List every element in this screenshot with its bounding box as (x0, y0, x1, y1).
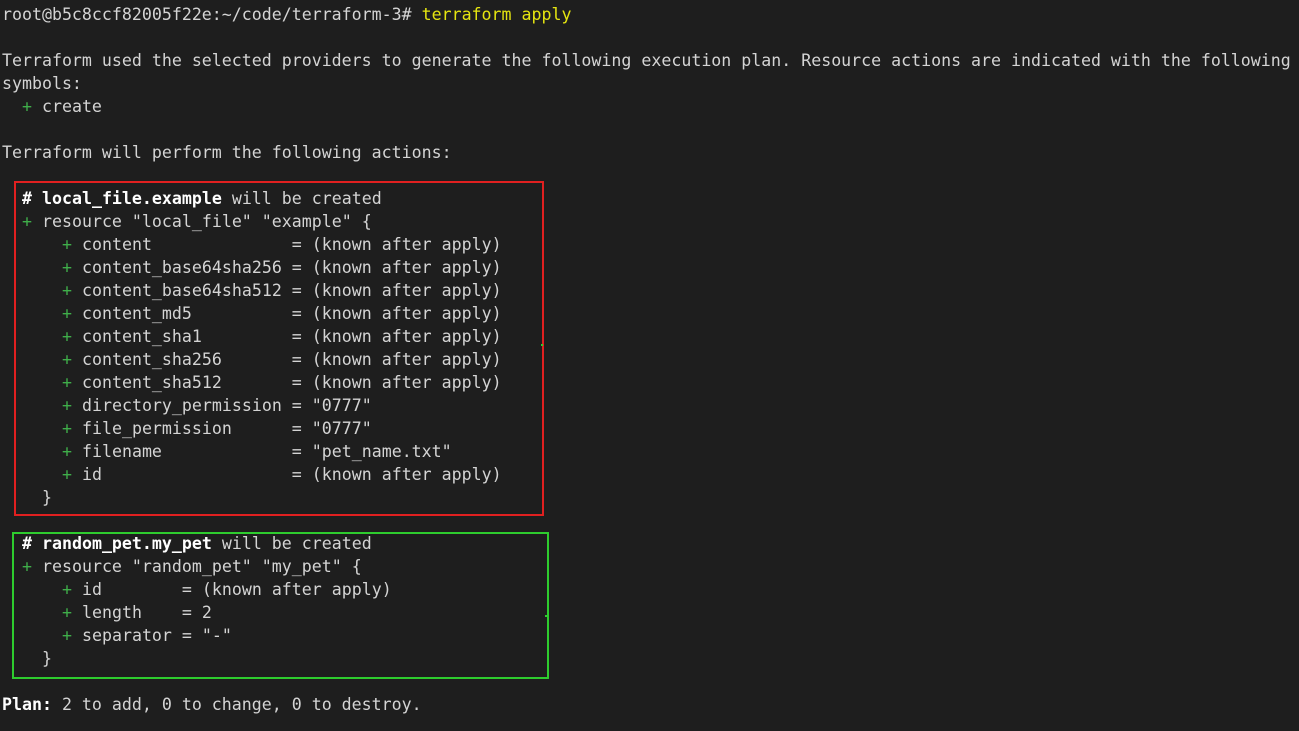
attribute-name: id (82, 580, 182, 599)
attribute-line: + separator = "-" (62, 624, 232, 647)
green-speck (541, 344, 543, 346)
intro-line-2: symbols: (2, 74, 82, 93)
attribute-value: = "0777" (291, 419, 372, 438)
random-pet-comment: # random_pet.my_pet will be created (22, 532, 372, 555)
plus-symbol: + (62, 258, 72, 277)
attribute-value: = 2 (181, 603, 212, 622)
resource-address: random_pet.my_pet (42, 534, 212, 553)
attribute-value: = "0777" (291, 396, 372, 415)
plus-symbol: + (62, 396, 72, 415)
attribute-name: file_permission (82, 419, 292, 438)
random-pet-close-brace: } (42, 649, 52, 668)
resource-comment-suffix: will be created (231, 189, 382, 208)
attribute-line: + content_md5 = (known after apply) (62, 302, 502, 325)
plus-symbol: + (62, 350, 72, 369)
plus-symbol: + (62, 442, 72, 461)
plus-symbol: + (62, 235, 72, 254)
attribute-value: = (known after apply) (291, 327, 502, 346)
plan-text: 2 to add, 0 to change, 0 to destroy. (61, 695, 422, 714)
plus-symbol: + (62, 465, 72, 484)
resource-declaration: resource "local_file" "example" { (42, 212, 372, 231)
attribute-name: content_sha512 (82, 373, 292, 392)
terminal-window[interactable]: root@b5c8ccf82005f22e:~/code/terraform-3… (0, 0, 1299, 731)
command-text: terraform apply (421, 5, 572, 24)
attribute-line: + file_permission = "0777" (62, 417, 372, 440)
plus-symbol: + (21, 97, 32, 116)
plus-symbol: + (22, 212, 32, 231)
attribute-line: + content_sha512 = (known after apply) (62, 371, 502, 394)
attribute-line: + content_sha256 = (known after apply) (62, 348, 502, 371)
plus-symbol: + (62, 626, 72, 645)
comment-hash: # (22, 534, 32, 553)
attribute-value: = (known after apply) (291, 373, 502, 392)
attribute-line: + id = (known after apply) (62, 463, 502, 486)
attribute-name: content_base64sha512 (82, 281, 292, 300)
attribute-name: content (82, 235, 292, 254)
create-legend-line: + create (2, 95, 102, 118)
attribute-value: = "-" (181, 626, 232, 645)
attribute-name: filename (82, 442, 292, 461)
actions-header: Terraform will perform the following act… (2, 143, 452, 162)
plan-label: Plan: (2, 695, 52, 714)
attribute-line: + content_base64sha512 = (known after ap… (62, 279, 502, 302)
plus-symbol: + (62, 281, 72, 300)
prompt-line: root@b5c8ccf82005f22e:~/code/terraform-3… (2, 3, 571, 26)
plus-symbol: + (62, 304, 72, 323)
random-pet-resource-decl: + resource "random_pet" "my_pet" { (22, 555, 362, 578)
attribute-value: = (known after apply) (291, 235, 502, 254)
plus-symbol: + (62, 580, 72, 599)
green-speck (545, 615, 547, 617)
local-file-comment: # local_file.example will be created (22, 187, 382, 210)
local-file-resource-decl: + resource "local_file" "example" { (22, 210, 372, 233)
plus-symbol: + (62, 373, 72, 392)
attribute-line: + content_sha1 = (known after apply) (62, 325, 502, 348)
attribute-name: length (82, 603, 182, 622)
resource-declaration: resource "random_pet" "my_pet" { (42, 557, 362, 576)
attribute-name: content_md5 (82, 304, 292, 323)
comment-hash: # (22, 189, 32, 208)
attribute-name: separator (82, 626, 182, 645)
attribute-value: = (known after apply) (291, 281, 502, 300)
plus-symbol: + (62, 603, 72, 622)
plus-symbol: + (62, 327, 72, 346)
attribute-name: id (82, 465, 292, 484)
attribute-line: + content_base64sha256 = (known after ap… (62, 256, 502, 279)
create-legend-label: create (41, 97, 102, 116)
resource-address: local_file.example (42, 189, 222, 208)
attribute-line: + filename = "pet_name.txt" (62, 440, 452, 463)
attribute-name: content_base64sha256 (82, 258, 292, 277)
attribute-name: content_sha1 (82, 327, 292, 346)
attribute-value: = (known after apply) (291, 350, 502, 369)
attribute-line: + id = (known after apply) (62, 578, 392, 601)
resource-comment-suffix: will be created (221, 534, 372, 553)
plan-summary: Plan: 2 to add, 0 to change, 0 to destro… (2, 693, 422, 716)
attribute-line: + directory_permission = "0777" (62, 394, 372, 417)
attribute-line: + content = (known after apply) (62, 233, 502, 256)
intro-line-1: Terraform used the selected providers to… (2, 51, 1291, 70)
prompt-path: root@b5c8ccf82005f22e:~/code/terraform-3… (2, 5, 412, 24)
plus-symbol: + (22, 557, 32, 576)
attribute-value: = (known after apply) (291, 304, 502, 323)
attribute-value: = "pet_name.txt" (291, 442, 452, 461)
attribute-line: + length = 2 (62, 601, 212, 624)
attribute-name: directory_permission (82, 396, 292, 415)
plus-symbol: + (62, 419, 72, 438)
local-file-close-brace: } (42, 488, 52, 507)
attribute-value: = (known after apply) (291, 465, 502, 484)
attribute-value: = (known after apply) (181, 580, 392, 599)
attribute-value: = (known after apply) (291, 258, 502, 277)
attribute-name: content_sha256 (82, 350, 292, 369)
